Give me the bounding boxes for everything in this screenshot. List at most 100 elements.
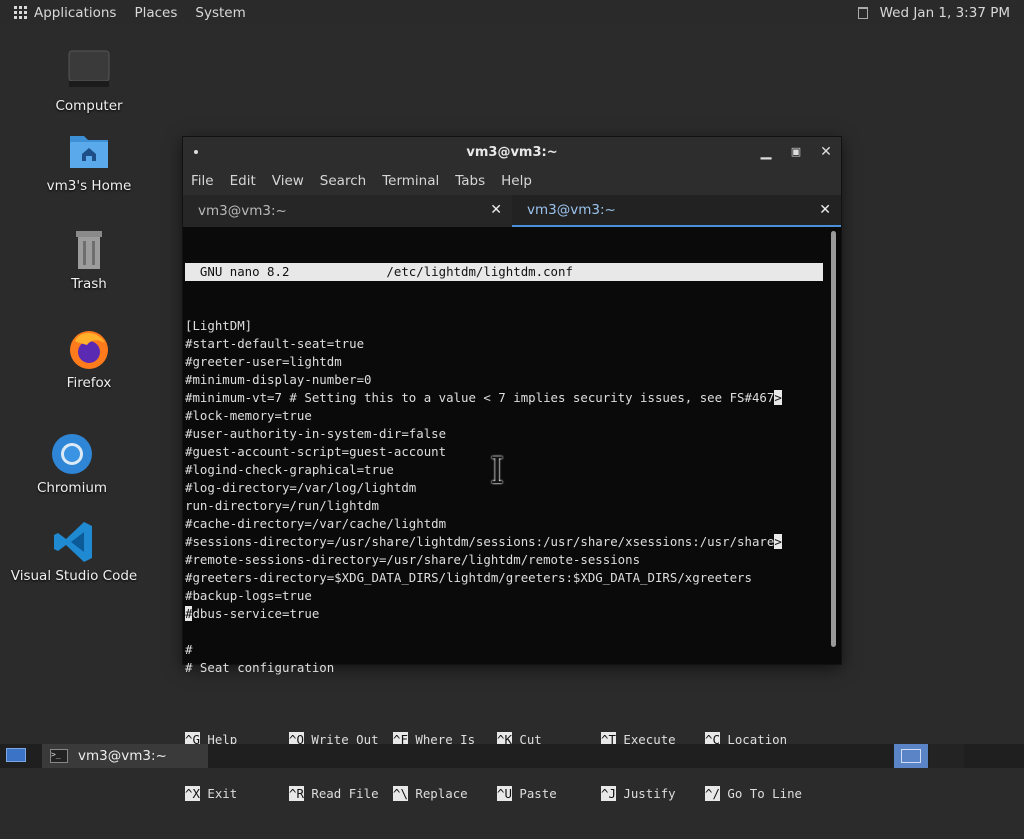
nano-line: #remote-sessions-directory=/usr/share/li… (185, 552, 641, 567)
taskbar-terminal-button[interactable]: >_ vm3@vm3:~ (42, 744, 208, 768)
shortcut-key: ^J (601, 786, 616, 801)
menu-view[interactable]: View (272, 173, 304, 189)
nano-line: #cache-directory=/var/cache/lightdm (185, 516, 447, 531)
desktop-icon-label: vm3's Home (46, 178, 132, 194)
workspace-1[interactable] (894, 744, 928, 768)
nano-line: #greeters-directory=$XDG_DATA_DIRS/light… (185, 570, 752, 585)
trash-icon (67, 228, 111, 272)
nano-line: #minimum-vt=7 # Setting this to a value … (185, 390, 782, 405)
desktop-icon-label: Firefox (66, 375, 112, 391)
nano-line: #start-default-seat=true (185, 336, 365, 351)
nano-line: #dbus-service=true (185, 606, 320, 621)
line-truncation-marker: > (774, 534, 782, 549)
close-icon[interactable]: ✕ (817, 143, 835, 161)
nano-line: #lock-memory=true (185, 408, 312, 423)
terminal-menubar: File Edit View Search Terminal Tabs Help (183, 167, 841, 195)
desktop-icon-home[interactable]: vm3's Home (19, 130, 159, 194)
tab-1[interactable]: vm3@vm3:~ ✕ (183, 195, 512, 227)
nano-line: #logind-check-graphical=true (185, 462, 394, 477)
nano-line (185, 677, 825, 695)
shortcut-key: ^R (289, 786, 304, 801)
nano-line: [LightDM] (185, 318, 253, 333)
firefox-icon (67, 327, 111, 371)
menu-places[interactable]: Places (134, 5, 177, 21)
nano-shortcut[interactable]: ^U Paste (497, 785, 601, 803)
desktop-icon-label: Computer (55, 98, 123, 114)
menu-file[interactable]: File (191, 173, 214, 189)
window-title: vm3@vm3:~ (466, 144, 558, 160)
close-tab-icon[interactable]: ✕ (819, 202, 831, 218)
vscode-icon (52, 520, 96, 564)
desktop-icon-label: Trash (71, 276, 107, 292)
shortcut-label: Replace (415, 786, 468, 801)
desktop-icon-label: Chromium (36, 480, 108, 496)
window-titlebar[interactable]: vm3@vm3:~ ▁ ▣ ✕ (183, 137, 841, 167)
desktop-icon-vscode[interactable]: Visual Studio Code (4, 520, 144, 584)
nano-line: # Seat configuration (185, 660, 335, 675)
taskbar-label: vm3@vm3:~ (78, 748, 167, 764)
terminal-window: vm3@vm3:~ ▁ ▣ ✕ File Edit View Search Te… (183, 137, 841, 801)
bottom-panel: >_ vm3@vm3:~ (0, 744, 1024, 768)
menu-tabs[interactable]: Tabs (455, 173, 485, 189)
shortcut-label: Justify (623, 786, 676, 801)
maximize-icon[interactable]: ▣ (787, 143, 805, 161)
menu-help[interactable]: Help (501, 173, 532, 189)
network-icon[interactable] (857, 6, 868, 19)
nano-shortcut[interactable]: ^/ Go To Line (705, 785, 809, 803)
nano-line: #minimum-display-number=0 (185, 372, 372, 387)
line-truncation-marker: > (774, 390, 782, 405)
applications-grid-icon[interactable] (14, 5, 28, 20)
desktop-icon-label: Visual Studio Code (10, 568, 138, 584)
nano-shortcut[interactable]: ^\ Replace (393, 785, 497, 803)
menu-applications[interactable]: Applications (34, 5, 116, 21)
window-menu-icon[interactable] (194, 150, 198, 154)
nano-line: #user-authority-in-system-dir=false (185, 426, 447, 441)
close-tab-icon[interactable]: ✕ (490, 202, 502, 218)
shortcut-key: ^/ (705, 786, 720, 801)
shortcut-label: Exit (207, 786, 238, 801)
nano-line: #backup-logs=true (185, 588, 312, 603)
text-cursor-icon: I (490, 451, 505, 492)
minimize-icon[interactable]: ▁ (757, 143, 775, 161)
tab-label: vm3@vm3:~ (527, 202, 616, 218)
show-desktop-icon[interactable] (6, 748, 26, 762)
terminal-icon: >_ (50, 749, 68, 763)
tab-label: vm3@vm3:~ (198, 203, 287, 219)
workspace-2[interactable] (930, 744, 964, 768)
desktop-icon-chromium[interactable]: Chromium (2, 432, 142, 496)
shortcut-label: Paste (519, 786, 557, 801)
scrollbar[interactable] (831, 231, 836, 647)
nano-line: #greeter-user=lightdm (185, 354, 342, 369)
nano-shortcut[interactable]: ^R Read File (289, 785, 393, 803)
terminal-area[interactable]: GNU nano 8.2 /etc/lightdm/lightdm.conf [… (183, 227, 841, 801)
clock[interactable]: Wed Jan 1, 3:37 PM (880, 5, 1010, 21)
nano-line: #log-directory=/var/log/lightdm (185, 480, 417, 495)
menu-system[interactable]: System (195, 5, 245, 21)
shortcut-label: Read File (311, 786, 379, 801)
nano-shortcuts-row-2: ^X Exit ^R Read File ^\ Replace ^U Paste ^J … (185, 785, 825, 803)
desktop-icon-trash[interactable]: Trash (19, 228, 159, 292)
menu-terminal[interactable]: Terminal (382, 173, 439, 189)
nano-shortcut[interactable]: ^J Justify (601, 785, 705, 803)
tab-2[interactable]: vm3@vm3:~ ✕ (512, 195, 841, 227)
shortcut-key: ^\ (393, 786, 408, 801)
computer-icon (67, 50, 111, 94)
menu-edit[interactable]: Edit (230, 173, 256, 189)
nano-line: run-directory=/run/lightdm (185, 498, 379, 513)
home-folder-icon (67, 130, 111, 174)
shortcut-key: ^U (497, 786, 512, 801)
nano-line: # (185, 642, 193, 657)
nano-header: GNU nano 8.2 /etc/lightdm/lightdm.conf (185, 263, 823, 281)
nano-line: #sessions-directory=/usr/share/lightdm/s… (185, 534, 782, 549)
nano-line (185, 623, 825, 641)
shortcut-label: Go To Line (727, 786, 802, 801)
menu-search[interactable]: Search (320, 173, 366, 189)
tab-bar: vm3@vm3:~ ✕ vm3@vm3:~ ✕ (183, 195, 841, 227)
top-panel: Applications Places System Wed Jan 1, 3:… (0, 0, 1024, 25)
desktop-icon-computer[interactable]: Computer (19, 50, 159, 114)
desktop-icon-firefox[interactable]: Firefox (19, 327, 159, 391)
nano-shortcut[interactable]: ^X Exit (185, 785, 289, 803)
chromium-icon (50, 432, 94, 476)
shortcut-key: ^X (185, 786, 200, 801)
nano-line: #guest-account-script=guest-account (185, 444, 447, 459)
